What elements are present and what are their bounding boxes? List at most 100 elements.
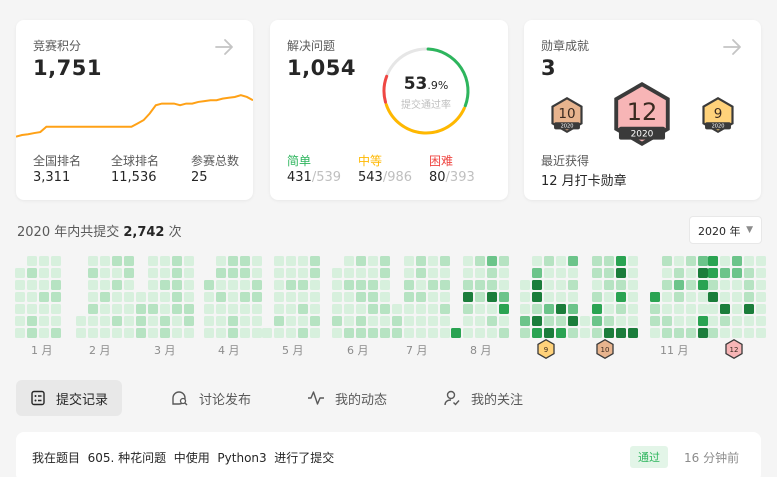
heatmap-cell (252, 304, 262, 314)
heatmap-cell (274, 256, 284, 266)
heatmap-cell (356, 292, 366, 302)
heatmap-cell (756, 292, 766, 302)
heatmap-cell (310, 316, 320, 326)
heatmap-cell (160, 316, 170, 326)
heatmap-cell (463, 268, 473, 278)
heatmap-cell (380, 256, 390, 266)
heatmap-cell (475, 268, 485, 278)
chevron-right-icon[interactable] (213, 36, 235, 58)
medals-card[interactable]: 勋章成就 3 10 2020 12 2020 9 2020 最近获得 12 月打卡勋章 (524, 20, 761, 200)
heatmap-cell (27, 280, 37, 290)
heatmap-cell (240, 268, 250, 278)
heatmap-cell (463, 256, 473, 266)
heatmap-cell (440, 280, 450, 290)
medal-badge: 12 2020 (614, 82, 670, 146)
heatmap-cell (487, 316, 497, 326)
heatmap-cell (616, 292, 626, 302)
heatmap-cell (732, 292, 742, 302)
heatmap-cell (392, 304, 402, 314)
heatmap-cell (556, 304, 566, 314)
heatmap-cell (240, 280, 250, 290)
heatmap-cell (298, 304, 308, 314)
heatmap-cell (204, 280, 214, 290)
heatmap-cell (100, 256, 110, 266)
heatmap-cell (708, 292, 718, 302)
heatmap-cell (228, 304, 238, 314)
heatmap-cell (686, 304, 696, 314)
contest-card[interactable]: 竞赛积分 1,751 全国排名 3,311 全球排名 11,536 参赛总数 2… (16, 20, 253, 200)
heatmap-cell (172, 316, 182, 326)
heatmap-cell (604, 268, 614, 278)
heatmap-cell (744, 280, 754, 290)
problems-card[interactable]: 解决问题 1,054 53.9% 提交通过率 简单 431/539 中等 543… (270, 20, 508, 200)
heatmap-cell (88, 292, 98, 302)
heatmap-cell (720, 316, 730, 326)
medal-number: 10 (558, 106, 575, 122)
heatmap-cell (568, 292, 578, 302)
problems-solved: 1,054 (287, 56, 356, 80)
heatmap-cell (756, 304, 766, 314)
record-text[interactable]: 我在题目 605. 种花问题 中使用 Python3 进行了提交 (32, 449, 334, 466)
heatmap-cell (51, 268, 61, 278)
heatmap-cell (184, 304, 194, 314)
year-select[interactable]: 2020 年 ▼ (689, 216, 762, 244)
tab-submissions[interactable]: 提交记录 (16, 380, 123, 416)
heatmap-cell (532, 280, 542, 290)
chevron-right-icon[interactable] (721, 36, 743, 58)
heatmap-cell (252, 292, 262, 302)
medals-title: 勋章成就 (541, 39, 590, 53)
heatmap-cell (136, 292, 146, 302)
heatmap-cell (556, 256, 566, 266)
heatmap-cell (39, 280, 49, 290)
heatmap-cell (616, 280, 626, 290)
heatmap-cell (332, 268, 342, 278)
heatmap-cell (428, 292, 438, 302)
heatmap-cell (487, 256, 497, 266)
chevron-down-icon: ▼ (746, 225, 753, 235)
heatmap-cell (344, 316, 354, 326)
heatmap-cell (204, 292, 214, 302)
pass-rate: 53.9% (380, 74, 472, 94)
recent-value: 12 月打卡勋章 (541, 174, 627, 189)
heatmap-cell (368, 316, 378, 326)
tab-activity[interactable]: 我的动态 (307, 380, 387, 416)
heatmap-cell (310, 268, 320, 278)
heatmap-cell (708, 280, 718, 290)
heatmap-cell (475, 292, 485, 302)
heatmap-cell (416, 268, 426, 278)
tab-discussions[interactable]: 讨论发布 (171, 380, 251, 416)
heatmap-cell (568, 256, 578, 266)
heatmap-cell (51, 316, 61, 326)
global-rank-value: 11,536 (111, 170, 157, 185)
heatmap-cell (404, 304, 414, 314)
tab-following[interactable]: 我的关注 (443, 380, 523, 416)
heatmap-cell (732, 304, 742, 314)
heatmap-cell (368, 304, 378, 314)
heatmap-cell (650, 292, 660, 302)
heatmap-cell (592, 316, 602, 326)
heatmap-cell (544, 268, 554, 278)
heatmap-cell (544, 280, 554, 290)
rating-line (16, 94, 253, 138)
heatmap-cell (112, 292, 122, 302)
heatmap-cell (544, 256, 554, 266)
month-badge: 9 (537, 339, 555, 359)
heatmap-cell (532, 256, 542, 266)
heatmap-cell (298, 268, 308, 278)
heatmap-cell (204, 316, 214, 326)
heatmap-cell (160, 292, 170, 302)
heatmap-cell (463, 304, 473, 314)
heatmap-cell (124, 256, 134, 266)
status-badge: 通过 (630, 446, 668, 468)
heatmap-cell (732, 268, 742, 278)
heatmap-cell (744, 304, 754, 314)
heatmap-cell (708, 304, 718, 314)
heatmap-cell (136, 316, 146, 326)
heatmap-cell (404, 268, 414, 278)
year-select-value: 2020 年 (698, 225, 741, 238)
heatmap-cell (172, 268, 182, 278)
heatmap-cell (39, 256, 49, 266)
heatmap-cell (499, 268, 509, 278)
submission-record[interactable]: 我在题目 605. 种花问题 中使用 Python3 进行了提交 通过 16 分… (16, 432, 761, 477)
heatmap-cell (616, 268, 626, 278)
